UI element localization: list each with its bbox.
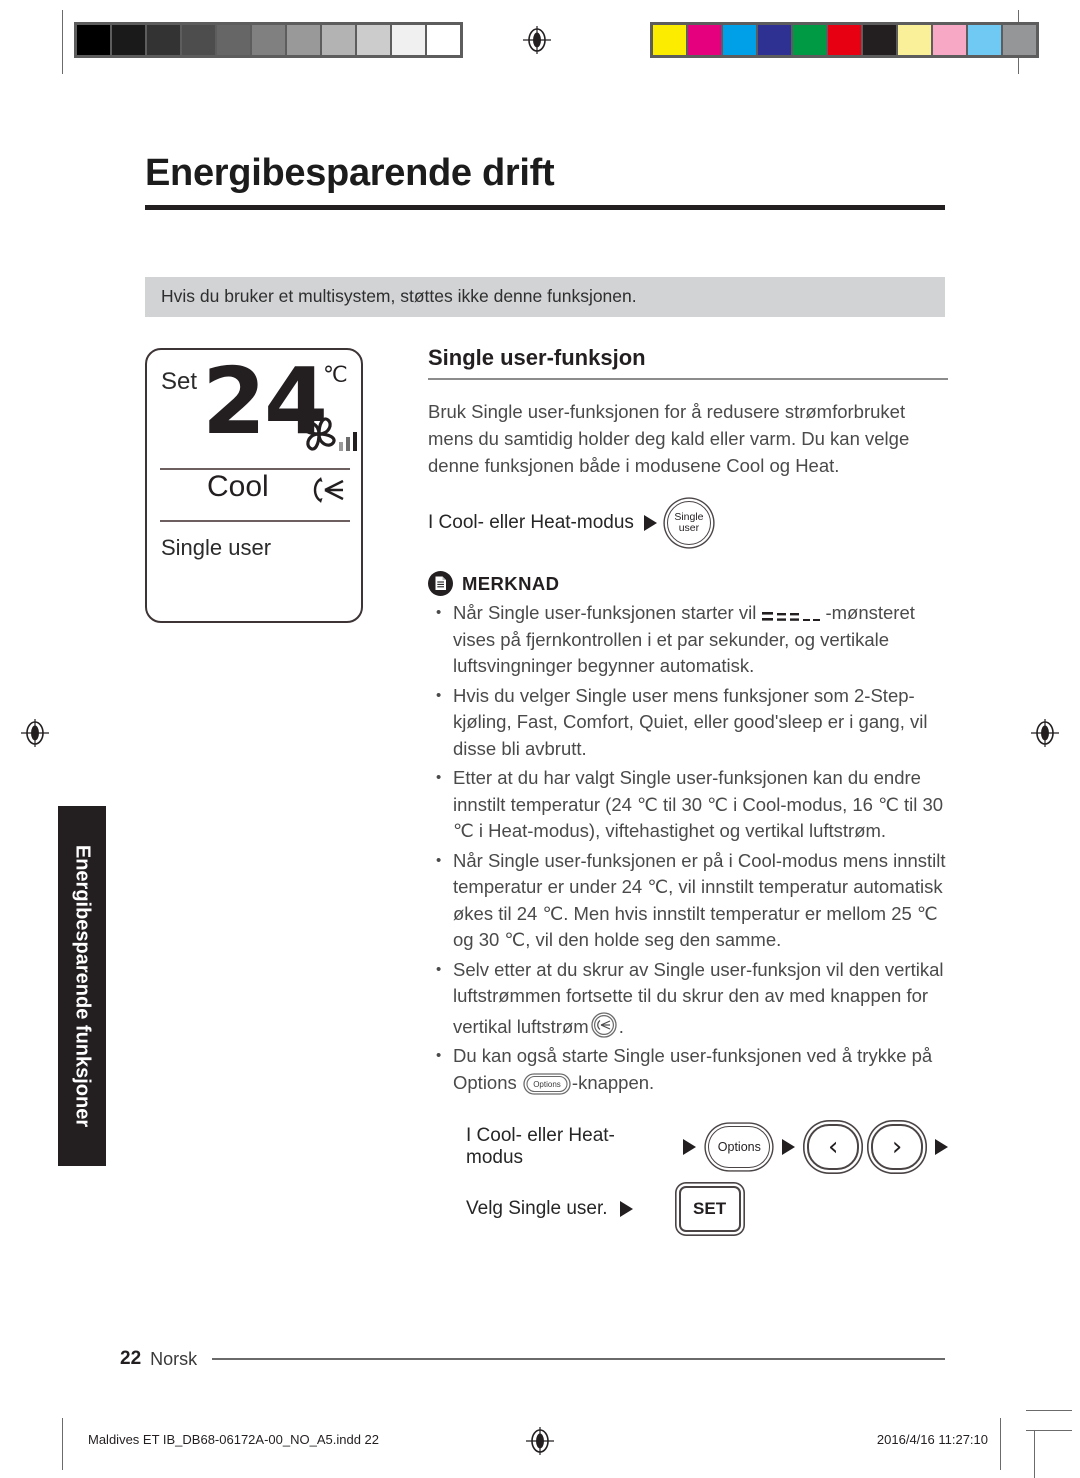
notice-banner: Hvis du bruker et multisystem, støttes i… (145, 277, 945, 317)
content-column: Single user-funksjon Bruk Single user-fu… (428, 345, 948, 1248)
production-filename: Maldives ET IB_DB68-06172A-00_NO_A5.indd… (88, 1432, 379, 1447)
arrow-icon (934, 1138, 948, 1155)
title-underline (145, 205, 945, 210)
lcd-divider-lower (160, 520, 350, 522)
trim-mark-vertical (1034, 1430, 1035, 1478)
lcd-mode-label: Cool (207, 470, 269, 503)
chapter-side-tab-label: Energibesparende funksjoner (71, 844, 94, 1128)
options-button[interactable]: Options (708, 1125, 771, 1168)
note-item: Etter at du har valgt Single user-funksj… (428, 765, 948, 845)
svg-text:Options: Options (533, 1080, 561, 1089)
note-item: Når Single user-funksjonen er på i Cool-… (428, 848, 948, 954)
notice-text: Hvis du bruker et multisystem, støttes i… (161, 286, 637, 306)
page-footer: 22 Norsk (120, 1348, 945, 1370)
note-text: Hvis du velger Single user mens funksjon… (453, 684, 928, 759)
lcd-temperature-unit: ℃ (323, 362, 348, 387)
footer-rule (212, 1358, 945, 1360)
note-text-before: Når Single user-funksjonen starter vil (453, 602, 762, 623)
set-button[interactable]: SET (678, 1185, 741, 1232)
step-single-user: I Cool- eller Heat-modus Single user (428, 501, 948, 545)
production-footer: Maldives ET IB_DB68-06172A-00_NO_A5.indd… (0, 1410, 1080, 1478)
arrow-icon (643, 515, 657, 531)
chapter-side-tab: Energibesparende funksjoner (58, 806, 106, 1166)
dash-pattern-icon (762, 606, 824, 622)
registration-mark-bottom (525, 1426, 555, 1456)
page-language: Norsk (150, 1348, 198, 1369)
crop-mark-bottom-left (62, 1418, 63, 1470)
lcd-function-label: Single user (161, 535, 272, 560)
note-item: Når Single user-funksjonen starter vil -… (428, 600, 948, 680)
page-title: Energibesparende drift (145, 152, 555, 194)
left-arrow-button[interactable]: ‹ (807, 1123, 860, 1170)
manual-page: Energibesparende drift Hvis du bruker et… (0, 0, 1080, 1476)
remote-display-illustration: Set 24 ℃ Cool Single user (145, 348, 363, 623)
note-item: Du kan også starte Single user-funksjone… (428, 1043, 948, 1098)
step-label: I Cool- eller Heat-modus (428, 512, 634, 533)
lcd-set-label: Set (161, 368, 198, 395)
arrow-icon (683, 1138, 697, 1155)
fan-icon (297, 412, 359, 458)
note-document-icon (428, 571, 453, 596)
step-label: Velg Single user. (466, 1197, 608, 1219)
note-header: MERKNAD (428, 571, 948, 596)
page-number: 22 (120, 1348, 142, 1369)
arrow-icon (619, 1200, 633, 1217)
note-title: MERKNAD (462, 572, 560, 594)
note-text: Etter at du har valgt Single user-funksj… (453, 767, 944, 841)
note-item: Hvis du velger Single user mens funksjon… (428, 683, 948, 763)
trim-mark-middle (1026, 1430, 1072, 1431)
step-row-options: I Cool- eller Heat-modus Options ‹ › (466, 1123, 948, 1170)
vertical-airflow-icon (309, 474, 349, 506)
step-label: I Cool- eller Heat-modus (466, 1124, 615, 1168)
right-arrow-button[interactable]: › (871, 1123, 923, 1170)
production-timestamp: 2016/4/16 11:27:10 (876, 1432, 988, 1447)
note-text-before: Selv etter at du skrur av Single user-fu… (453, 958, 944, 1037)
vertical-airflow-button-icon[interactable] (589, 1010, 619, 1040)
section-intro-text: Bruk Single user-funksjonen for å reduse… (428, 401, 910, 476)
note-list: Når Single user-funksjonen starter vil -… (428, 600, 948, 1098)
section-underline (428, 378, 948, 380)
arrow-icon (782, 1138, 796, 1155)
note-item: Selv etter at du skrur av Single user-fu… (428, 957, 948, 1041)
note-text-after: . (618, 1015, 624, 1037)
step-row-set: Velg Single user. SET (466, 1185, 948, 1232)
crop-mark-bottom-right (1000, 1418, 1001, 1470)
step-sequence: I Cool- eller Heat-modus Options ‹ › Vel… (466, 1123, 948, 1232)
single-user-button[interactable]: Single user (666, 501, 711, 545)
single-user-button-line2: user (678, 522, 700, 534)
trim-mark-top (1026, 1410, 1072, 1411)
note-text-after: -knappen. (571, 1071, 655, 1093)
section-heading: Single user-funksjon (428, 345, 646, 370)
note-text: Når Single user-funksjonen er på i Cool-… (453, 849, 946, 951)
options-button-icon[interactable]: Options (522, 1070, 572, 1098)
